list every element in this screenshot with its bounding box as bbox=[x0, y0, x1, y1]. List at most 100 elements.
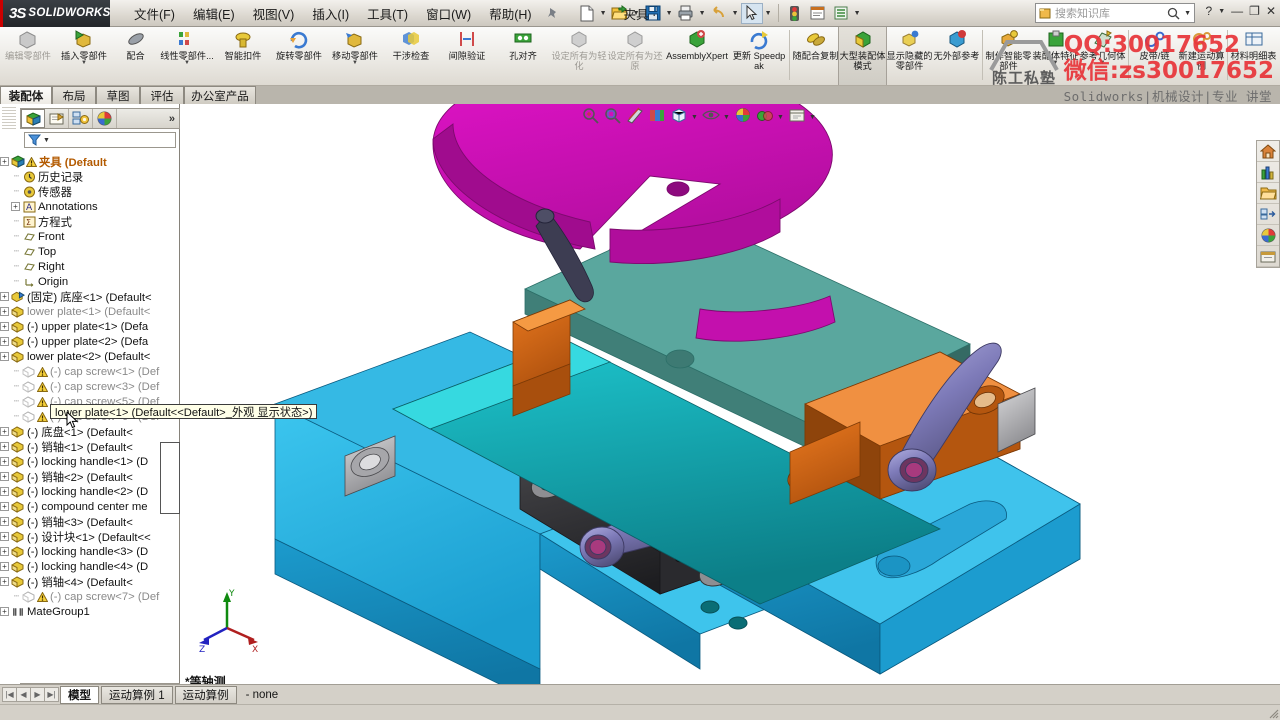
search-input[interactable]: 搜索知识库 bbox=[1055, 5, 1163, 21]
tree-item-cap-screw-1[interactable]: ┄ (-) cap screw<1> (Def bbox=[0, 364, 179, 379]
tree-item-locking-handle-4[interactable]: + (-) locking handle<4> (D bbox=[0, 559, 179, 574]
tree-expand-toggle[interactable]: + bbox=[0, 307, 9, 316]
clearance-verification-button[interactable]: 间隙验证 bbox=[439, 27, 495, 85]
tree-expand-toggle[interactable]: + bbox=[11, 202, 20, 211]
task-pane-design-library[interactable] bbox=[1257, 162, 1279, 183]
tree-item-pin-2[interactable]: + (-) 销轴<2> (Default< bbox=[0, 469, 179, 484]
tree-expand-toggle[interactable]: + bbox=[0, 487, 9, 496]
hole-alignment-button[interactable]: 孔对齐 bbox=[495, 27, 551, 85]
tree-expand-toggle[interactable]: + bbox=[0, 337, 9, 346]
rotate-component-button[interactable]: 旋转零部件 bbox=[271, 27, 327, 85]
tree-expand-toggle[interactable]: + bbox=[0, 442, 9, 451]
chevron-expand-icon[interactable]: » bbox=[169, 113, 179, 125]
tree-item-locking-handle-1[interactable]: + (-) locking handle<1> (D bbox=[0, 454, 179, 469]
help-dropdown[interactable]: ▼ bbox=[1218, 8, 1225, 15]
menu-window[interactable]: 窗口(W) bbox=[418, 0, 479, 27]
tab-nav-first[interactable]: |◀ bbox=[2, 687, 17, 702]
linear-component-pattern-button-dropdown[interactable]: ▼ bbox=[184, 60, 190, 66]
tree-item-pin-3[interactable]: + (-) 销轴<3> (Default< bbox=[0, 514, 179, 529]
linear-component-pattern-button[interactable]: 线性零部件... ▼ bbox=[159, 27, 215, 85]
zoom-to-fit-button[interactable] bbox=[580, 106, 601, 128]
doc-tab-motion-study[interactable]: 运动算例 bbox=[174, 685, 237, 704]
view-settings-button[interactable] bbox=[786, 106, 807, 128]
pushpin-icon[interactable] bbox=[542, 3, 564, 24]
tree-item-annotations[interactable]: + A Annotations bbox=[0, 199, 179, 214]
menu-tools[interactable]: 工具(T) bbox=[359, 0, 416, 27]
smart-fasteners-button[interactable]: 智能扣件 bbox=[215, 27, 271, 85]
hide-show-items-button-dropdown[interactable]: ▼ bbox=[722, 107, 731, 128]
undo-button[interactable] bbox=[708, 3, 730, 24]
no-external-references-button[interactable]: 无外部参考 bbox=[933, 27, 980, 85]
tree-item-lower-plate-2[interactable]: + lower plate<2> (Default< bbox=[0, 349, 179, 364]
select-dropdown[interactable]: ▼ bbox=[764, 3, 773, 24]
minimize-button[interactable]: — bbox=[1231, 4, 1243, 18]
view-settings-button-dropdown[interactable]: ▼ bbox=[808, 107, 817, 128]
tree-item-right-plane[interactable]: ┄ Right bbox=[0, 259, 179, 274]
filter-dropdown-icon[interactable]: ▼ bbox=[43, 137, 50, 144]
menu-insert[interactable]: 插入(I) bbox=[304, 0, 357, 27]
search-box[interactable]: 搜索知识库 ▼ bbox=[1035, 3, 1195, 23]
large-assembly-mode-button[interactable]: 大型装配体模式 bbox=[838, 27, 887, 85]
doc-tab-motion-study-1[interactable]: 运动算例 1 bbox=[101, 685, 173, 704]
show-hidden-components-button[interactable]: 显示隐藏的零部件 bbox=[886, 27, 933, 85]
resize-grip-icon[interactable] bbox=[1267, 707, 1279, 719]
doc-tab-model[interactable]: 模型 bbox=[60, 685, 99, 704]
fm-tab-display-manager[interactable] bbox=[93, 109, 117, 128]
tree-item-cap-screw-7[interactable]: ┄ (-) cap screw<7> (Def bbox=[0, 589, 179, 604]
move-component-button[interactable]: 移动零部件 ▼ bbox=[327, 27, 383, 85]
feature-tree-filter[interactable]: ▼ bbox=[24, 132, 176, 148]
task-pane-solidworks-resources[interactable] bbox=[1257, 141, 1279, 162]
insert-components-button[interactable]: 插入零部件 ▼ bbox=[56, 27, 112, 85]
tree-item-pin-4[interactable]: + (-) 销轴<4> (Default< bbox=[0, 574, 179, 589]
tree-expand-toggle[interactable]: + bbox=[0, 427, 9, 436]
tree-item-equations[interactable]: ┄ Σ 方程式 bbox=[0, 214, 179, 229]
tree-item-front-plane[interactable]: ┄ Front bbox=[0, 229, 179, 244]
tree-expand-toggle[interactable]: + bbox=[0, 322, 9, 331]
tab-assembly[interactable]: 装配体 bbox=[0, 86, 52, 104]
tree-expand-toggle[interactable]: + bbox=[0, 292, 9, 301]
fm-tab-feature-tree[interactable] bbox=[21, 109, 45, 128]
interference-detection-button[interactable]: 干涉检查 bbox=[383, 27, 439, 85]
tree-expand-toggle[interactable]: + bbox=[0, 577, 9, 586]
apply-scene-button-dropdown[interactable]: ▼ bbox=[776, 107, 785, 128]
restore-button[interactable]: ❐ bbox=[1249, 4, 1260, 18]
tree-item-locking-handle-3[interactable]: + (-) locking handle<3> (D bbox=[0, 544, 179, 559]
tab-nav-last[interactable]: ▶| bbox=[44, 687, 59, 702]
tab-evaluate[interactable]: 评估 bbox=[140, 86, 184, 104]
help-button[interactable]: ? bbox=[1206, 4, 1213, 18]
rebuild-button[interactable] bbox=[784, 3, 806, 24]
task-pane-appearances-scenes[interactable] bbox=[1257, 225, 1279, 246]
tree-expand-toggle[interactable]: + bbox=[0, 502, 9, 511]
panel-gripper[interactable] bbox=[2, 107, 16, 129]
new-document-dropdown[interactable]: ▼ bbox=[599, 3, 608, 24]
tab-sketch[interactable]: 草图 bbox=[96, 86, 140, 104]
copy-with-mates-button[interactable]: 随配合复制 bbox=[792, 27, 839, 85]
tree-item-origin[interactable]: ┄ Origin bbox=[0, 274, 179, 289]
tree-expand-toggle[interactable]: + bbox=[0, 562, 9, 571]
fm-tab-configuration-manager[interactable] bbox=[69, 109, 93, 128]
print-dropdown[interactable]: ▼ bbox=[698, 3, 707, 24]
tree-item-chassis[interactable]: + (-) 底盘<1> (Default< bbox=[0, 424, 179, 439]
tab-nav-next[interactable]: ▶ bbox=[30, 687, 45, 702]
tree-item-pin-1[interactable]: + (-) 销轴<1> (Default< bbox=[0, 439, 179, 454]
tree-expand-toggle[interactable]: + bbox=[0, 532, 9, 541]
menu-view[interactable]: 视图(V) bbox=[245, 0, 303, 27]
task-pane-view-palette[interactable] bbox=[1257, 204, 1279, 225]
display-style-button[interactable] bbox=[668, 106, 689, 128]
tree-item-sensors[interactable]: ┄ 传感器 bbox=[0, 184, 179, 199]
tree-expand-toggle[interactable]: + bbox=[0, 547, 9, 556]
zoom-to-area-button[interactable] bbox=[602, 106, 623, 128]
tree-item-upper-plate-2[interactable]: + (-) upper plate<2> (Defa bbox=[0, 334, 179, 349]
undo-dropdown[interactable]: ▼ bbox=[731, 3, 740, 24]
insert-components-button-dropdown[interactable]: ▼ bbox=[81, 60, 87, 66]
tree-item-history[interactable]: ┄ 历史记录 bbox=[0, 169, 179, 184]
menu-help[interactable]: 帮助(H) bbox=[481, 0, 539, 27]
menu-file[interactable]: 文件(F) bbox=[126, 0, 183, 27]
update-speedpak-button[interactable]: 更新 Speedpak bbox=[731, 27, 787, 85]
hide-show-items-button[interactable] bbox=[700, 106, 721, 128]
tree-item-compound-center[interactable]: + (-) compound center me bbox=[0, 499, 179, 514]
tree-item-top-plane[interactable]: ┄ Top bbox=[0, 244, 179, 259]
tree-item-mategroup1[interactable]: + MateGroup1 bbox=[0, 604, 179, 619]
move-component-button-dropdown[interactable]: ▼ bbox=[352, 60, 358, 66]
options-button[interactable] bbox=[807, 3, 829, 24]
